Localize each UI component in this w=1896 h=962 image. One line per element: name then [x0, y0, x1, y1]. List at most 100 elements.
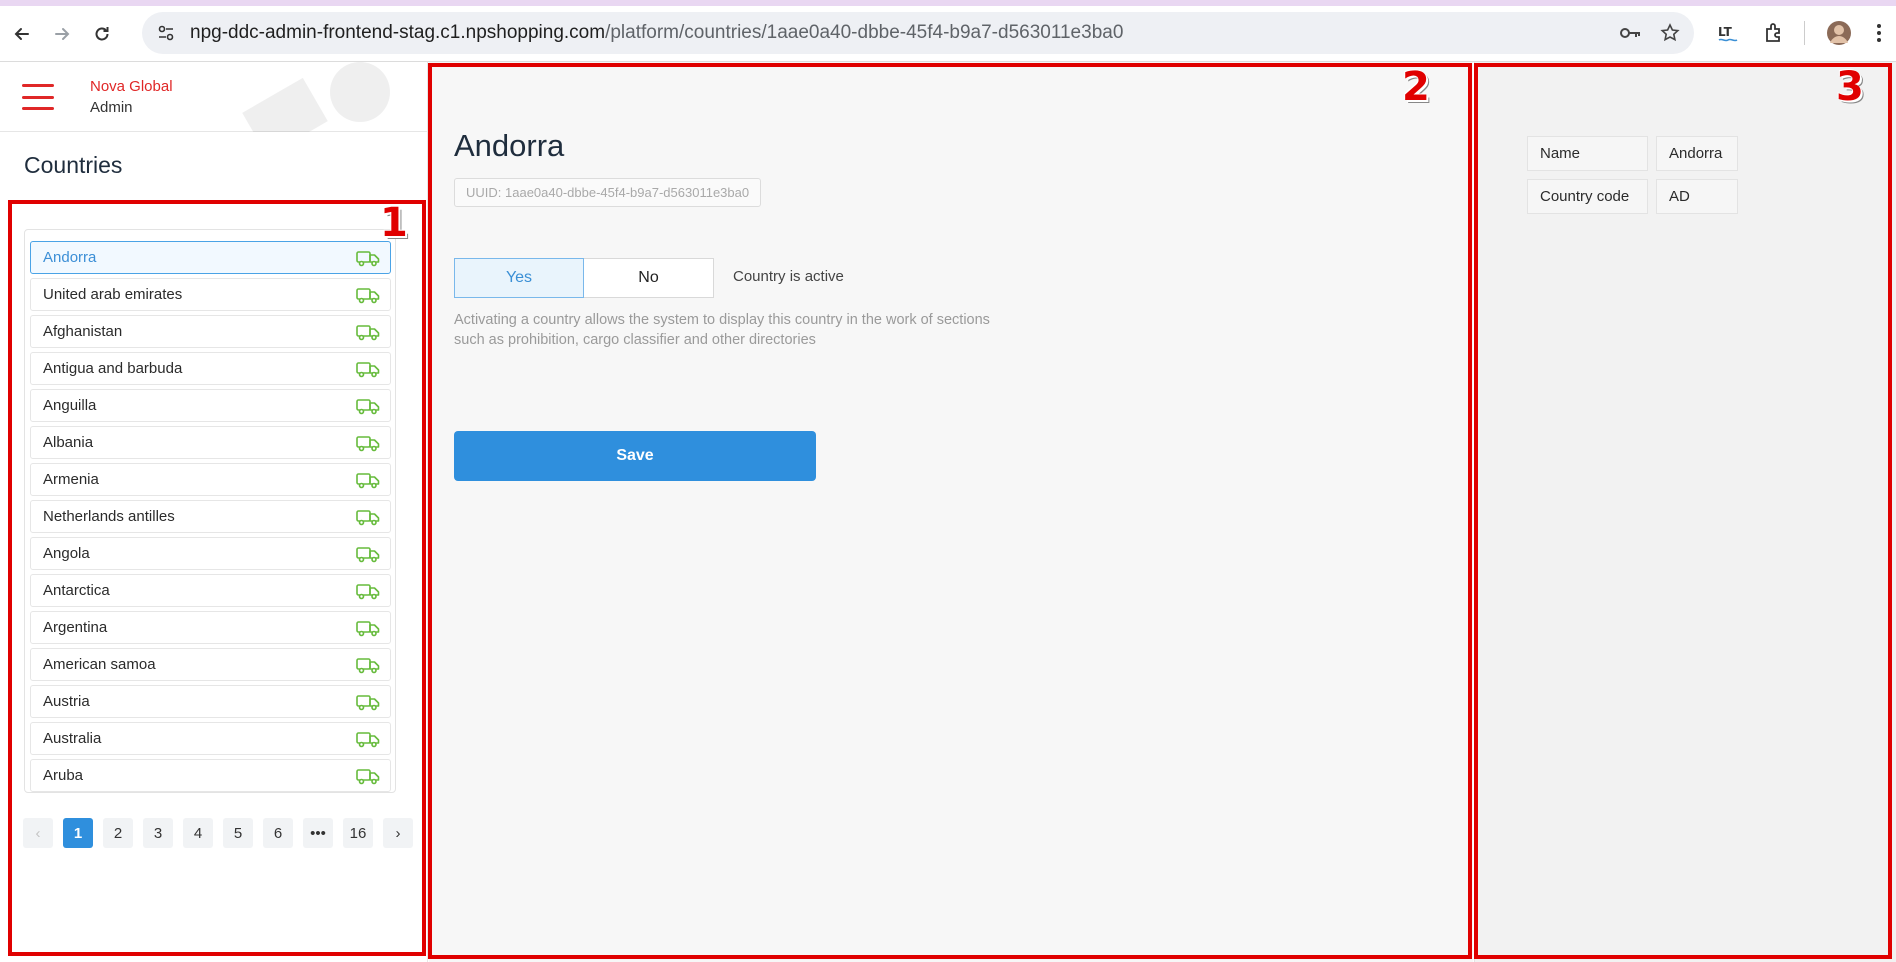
url-text[interactable]: npg-ddc-admin-frontend-stag.c1.npshoppin…: [190, 22, 1123, 44]
list-item-label: Aruba: [43, 767, 84, 784]
list-item-label: United arab emirates: [43, 286, 183, 303]
list-item-label: Albania: [43, 434, 94, 451]
list-item[interactable]: Austria: [30, 685, 391, 718]
pagination: ‹ 1 2 3 4 5 6 ••• 16 ›: [23, 818, 413, 848]
pagination-page-button[interactable]: •••: [303, 818, 333, 848]
toggle-no-button[interactable]: No: [584, 258, 714, 298]
list-item-label: Angola: [43, 545, 90, 562]
reload-icon[interactable]: [86, 18, 118, 50]
pagination-page-button[interactable]: 16: [343, 818, 373, 848]
list-item[interactable]: Netherlands antilles: [30, 500, 391, 533]
pagination-page-button[interactable]: 2: [103, 818, 133, 848]
list-item-label: Andorra: [43, 249, 97, 266]
list-item[interactable]: Argentina: [30, 611, 391, 644]
hint-line1: Activating a country allows the system t…: [454, 312, 990, 328]
app-root: Nova Global Admin Countries Andorra Unite…: [0, 62, 1896, 962]
truck-icon: [356, 251, 380, 267]
bookmark-star-icon[interactable]: [1660, 23, 1680, 43]
active-toggle: Yes No: [454, 258, 714, 298]
extensions-puzzle-icon[interactable]: [1762, 12, 1786, 54]
list-item[interactable]: Australia: [30, 722, 391, 755]
pagination-page-button[interactable]: 6: [263, 818, 293, 848]
info-panel: Name Andorra Country code AD: [1474, 62, 1896, 962]
brand-line2: Admin: [90, 99, 133, 116]
profile-avatar[interactable]: [1826, 12, 1852, 54]
brand: Nova Global Admin: [90, 76, 173, 118]
pagination-page-button[interactable]: 4: [183, 818, 213, 848]
info-table: Name Andorra Country code AD: [1527, 136, 1738, 222]
sidebar-header: Nova Global Admin: [0, 62, 427, 132]
country-detail: Andorra UUID: 1aae0a40-dbbe-45f4-b9a7-d5…: [429, 62, 1473, 962]
site-info-icon[interactable]: [156, 23, 176, 43]
list-item[interactable]: Antarctica: [30, 574, 391, 607]
truck-icon: [356, 732, 380, 748]
toolbar-divider: [1804, 12, 1806, 54]
info-value: Andorra: [1656, 136, 1738, 171]
pagination-page-button[interactable]: 5: [223, 818, 253, 848]
back-icon[interactable]: [6, 18, 38, 50]
pagination-prev-button[interactable]: ‹: [23, 818, 53, 848]
list-item[interactable]: American samoa: [30, 648, 391, 681]
annotation-number-2: 2: [1402, 64, 1430, 110]
list-item-label: Antarctica: [43, 582, 110, 599]
truck-icon: [356, 658, 380, 674]
list-item[interactable]: United arab emirates: [30, 278, 391, 311]
list-item-label: Netherlands antilles: [43, 508, 175, 525]
truck-icon: [356, 473, 380, 489]
page-title: Countries: [24, 152, 123, 178]
list-item[interactable]: Afghanistan: [30, 315, 391, 348]
list-item-label: Argentina: [43, 619, 108, 636]
hamburger-menu-icon[interactable]: [22, 84, 54, 110]
url-path: /platform/countries/1aae0a40-dbbe-45f4-b…: [605, 22, 1124, 43]
truck-icon: [356, 288, 380, 304]
list-item-label: Antigua and barbuda: [43, 360, 183, 377]
watermark-icon: [242, 62, 390, 132]
annotation-number-1: 1: [380, 200, 408, 246]
list-item-label: Australia: [43, 730, 102, 747]
list-item[interactable]: Albania: [30, 426, 391, 459]
pagination-next-button[interactable]: ›: [383, 818, 413, 848]
list-item-label: Anguilla: [43, 397, 97, 414]
activation-hint: Activating a country allows the system t…: [454, 310, 1074, 350]
truck-icon: [356, 399, 380, 415]
truck-icon: [356, 695, 380, 711]
forward-icon[interactable]: [46, 18, 78, 50]
annotation-number-3: 3: [1836, 64, 1864, 110]
list-item[interactable]: Antigua and barbuda: [30, 352, 391, 385]
key-icon[interactable]: [1618, 23, 1642, 43]
list-item[interactable]: Anguilla: [30, 389, 391, 422]
uuid-badge: UUID: 1aae0a40-dbbe-45f4-b9a7-d563011e3b…: [454, 178, 762, 207]
truck-icon: [356, 621, 380, 637]
truck-icon: [356, 510, 380, 526]
pagination-page-button[interactable]: 3: [143, 818, 173, 848]
list-item[interactable]: Andorra: [30, 241, 391, 274]
truck-icon: [356, 436, 380, 452]
address-bar[interactable]: npg-ddc-admin-frontend-stag.c1.npshoppin…: [142, 12, 1694, 54]
languagetool-extension-icon[interactable]: LT: [1716, 12, 1740, 54]
sidebar: Nova Global Admin Countries Andorra Unite…: [0, 62, 428, 962]
brand-line1: Nova Global: [90, 78, 173, 95]
truck-icon: [356, 362, 380, 378]
save-button[interactable]: Save: [454, 431, 816, 481]
url-host: npg-ddc-admin-frontend-stag.c1.npshoppin…: [190, 22, 606, 43]
list-item[interactable]: Armenia: [30, 463, 391, 496]
info-key: Name: [1527, 136, 1648, 171]
browser-toolbar: npg-ddc-admin-frontend-stag.c1.npshoppin…: [0, 6, 1896, 62]
truck-icon: [356, 325, 380, 341]
info-row-name: Name Andorra: [1527, 136, 1738, 171]
truck-icon: [356, 584, 380, 600]
toggle-yes-button[interactable]: Yes: [454, 258, 584, 298]
truck-icon: [356, 769, 380, 785]
info-row-code: Country code AD: [1527, 179, 1738, 214]
pagination-page-button[interactable]: 1: [63, 818, 93, 848]
info-value: AD: [1656, 179, 1738, 214]
list-item-label: Armenia: [43, 471, 99, 488]
list-item[interactable]: Aruba: [30, 759, 391, 792]
list-item[interactable]: Angola: [30, 537, 391, 570]
hint-line2: such as prohibition, cargo classifier an…: [454, 332, 816, 348]
country-title: Andorra: [454, 128, 565, 163]
info-key: Country code: [1527, 179, 1648, 214]
browser-menu-icon[interactable]: [1876, 12, 1882, 54]
toggle-label: Country is active: [733, 268, 844, 285]
list-item-label: Afghanistan: [43, 323, 123, 340]
